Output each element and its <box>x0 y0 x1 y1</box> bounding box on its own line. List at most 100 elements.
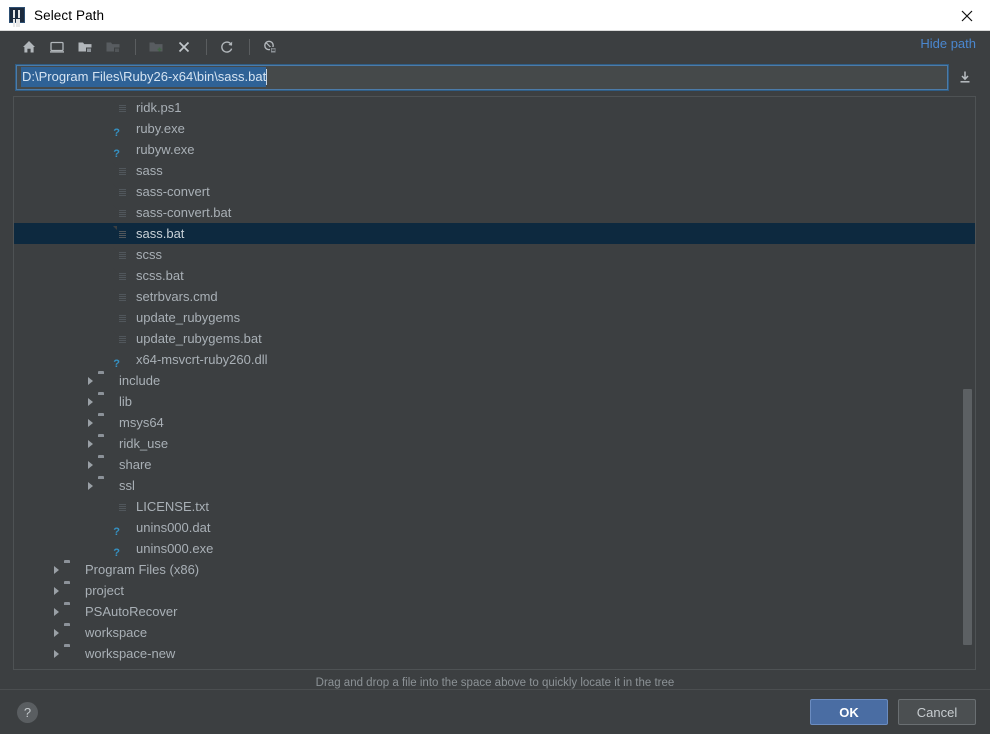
text-caret <box>266 69 268 85</box>
chevron-right-icon[interactable] <box>48 643 64 664</box>
tree-row-label: ruby.exe <box>136 121 185 136</box>
close-icon[interactable] <box>944 0 990 31</box>
tree-row-label: workspace-new <box>85 646 176 661</box>
chevron-right-icon[interactable] <box>48 622 64 643</box>
tree-row[interactable]: ridk.ps1 <box>14 97 975 118</box>
ok-button[interactable]: OK <box>810 699 888 725</box>
tree-row[interactable]: setrbvars.cmd <box>14 286 975 307</box>
tree-vertical-scrollbar[interactable] <box>961 98 974 668</box>
delete-icon[interactable] <box>171 35 197 59</box>
tree-row[interactable]: unins000.dat <box>14 517 975 538</box>
project-directory-icon[interactable] <box>72 35 98 59</box>
tree-row-label: sass <box>136 163 163 178</box>
path-input-value: D:\Program Files\Ruby26-x64\bin\sass.bat <box>21 67 267 87</box>
scrollbar-thumb[interactable] <box>963 388 972 646</box>
unknown-file-icon <box>115 142 131 158</box>
tree-row[interactable]: update_rubygems <box>14 307 975 328</box>
tree-row-label: scss <box>136 247 162 262</box>
text-file-icon <box>115 499 131 515</box>
folder-icon <box>64 562 80 578</box>
tree-row-label: scss.bat <box>136 268 184 283</box>
file-tree-panel[interactable]: ridk.ps1 ruby.exe rubyw.exe sass sass-conver… <box>13 96 976 670</box>
footer-strip <box>0 728 990 734</box>
tree-row-label: project <box>85 583 125 598</box>
tree-row[interactable]: LICENSE.txt <box>14 496 975 517</box>
tree-row[interactable]: ridk_use <box>14 433 975 454</box>
cancel-button[interactable]: Cancel <box>898 699 976 725</box>
tree-row[interactable]: workspace <box>14 622 975 643</box>
tree-row[interactable]: rubyw.exe <box>14 139 975 160</box>
chevron-right-icon[interactable] <box>82 475 98 496</box>
tree-row[interactable]: lib <box>14 391 975 412</box>
tree-row[interactable]: scss <box>14 244 975 265</box>
tree-row[interactable]: ssl <box>14 475 975 496</box>
tree-row-label: PSAutoRecover <box>85 604 178 619</box>
chevron-right-icon[interactable] <box>48 601 64 622</box>
module-directory-icon <box>100 35 126 59</box>
chevron-right-icon[interactable] <box>82 391 98 412</box>
tree-row-label: sass-convert <box>136 184 210 199</box>
desktop-icon[interactable] <box>44 35 70 59</box>
text-file-icon <box>115 331 131 347</box>
tree-row-label: x64-msvcrt-ruby260.dll <box>136 352 268 367</box>
chevron-right-icon[interactable] <box>82 370 98 391</box>
text-file-icon <box>115 226 131 242</box>
tree-row[interactable]: ruby.exe <box>14 118 975 139</box>
tree-row-label: Program Files (x86) <box>85 562 200 577</box>
tree-row[interactable]: Program Files (x86) <box>14 559 975 580</box>
folder-icon <box>98 394 114 410</box>
tree-row-label: update_rubygems.bat <box>136 331 262 346</box>
text-file-icon <box>115 310 131 326</box>
drag-drop-hint: Drag and drop a file into the space abov… <box>315 677 675 689</box>
tree-row-label: ssl <box>119 478 135 493</box>
tree-row[interactable]: update_rubygems.bat <box>14 328 975 349</box>
tree-row-label: workspace <box>85 625 148 640</box>
path-input[interactable]: D:\Program Files\Ruby26-x64\bin\sass.bat <box>15 63 949 91</box>
tree-row[interactable]: msys64 <box>14 412 975 433</box>
folder-icon <box>98 415 114 431</box>
tree-row[interactable]: scss.bat <box>14 265 975 286</box>
tree-row-label: unins000.dat <box>136 520 211 535</box>
tree-row[interactable]: x64-msvcrt-ruby260.dll <box>14 349 975 370</box>
tree-row[interactable]: include <box>14 370 975 391</box>
file-tree[interactable]: ridk.ps1 ruby.exe rubyw.exe sass sass-conver… <box>14 97 975 664</box>
hide-path-link[interactable]: Hide path <box>920 36 976 51</box>
tree-row-label: sass.bat <box>136 226 185 241</box>
tree-row[interactable]: PSAutoRecover <box>14 601 975 622</box>
toolbar-separator-1 <box>135 38 136 55</box>
toolbar-separator-3 <box>249 38 250 55</box>
folder-icon <box>98 373 114 389</box>
tree-row-label: sass-convert.bat <box>136 205 232 220</box>
toolbar-separator-2 <box>206 38 207 55</box>
intellij-idea-icon <box>9 7 25 23</box>
tree-row-label: ridk_use <box>119 436 169 451</box>
unknown-file-icon <box>115 520 131 536</box>
load-from-disk-icon[interactable] <box>954 65 976 89</box>
refresh-icon[interactable] <box>214 35 240 59</box>
folder-icon <box>64 604 80 620</box>
unknown-file-icon <box>115 121 131 137</box>
tree-row[interactable]: project <box>14 580 975 601</box>
tree-row[interactable]: sass <box>14 160 975 181</box>
tree-row[interactable]: workspace-new <box>14 643 975 664</box>
text-file-icon <box>115 247 131 263</box>
chevron-right-icon[interactable] <box>82 454 98 475</box>
folder-icon <box>98 436 114 452</box>
text-file-icon <box>115 268 131 284</box>
tree-row[interactable]: sass-convert <box>14 181 975 202</box>
text-file-icon <box>115 100 131 116</box>
chevron-right-icon[interactable] <box>82 412 98 433</box>
home-icon[interactable] <box>16 35 42 59</box>
tree-row-label: LICENSE.txt <box>136 499 209 514</box>
tree-row[interactable]: unins000.exe <box>14 538 975 559</box>
tree-row[interactable]: sass-convert.bat <box>14 202 975 223</box>
tree-row-label: rubyw.exe <box>136 142 195 157</box>
chevron-right-icon[interactable] <box>48 580 64 601</box>
tree-row[interactable]: sass.bat <box>14 223 975 244</box>
help-button[interactable]: ? <box>17 701 38 723</box>
chevron-right-icon[interactable] <box>82 433 98 454</box>
chevron-right-icon[interactable] <box>48 559 64 580</box>
folder-icon <box>98 457 114 473</box>
tree-row[interactable]: share <box>14 454 975 475</box>
show-hidden-files-icon[interactable] <box>257 35 283 59</box>
